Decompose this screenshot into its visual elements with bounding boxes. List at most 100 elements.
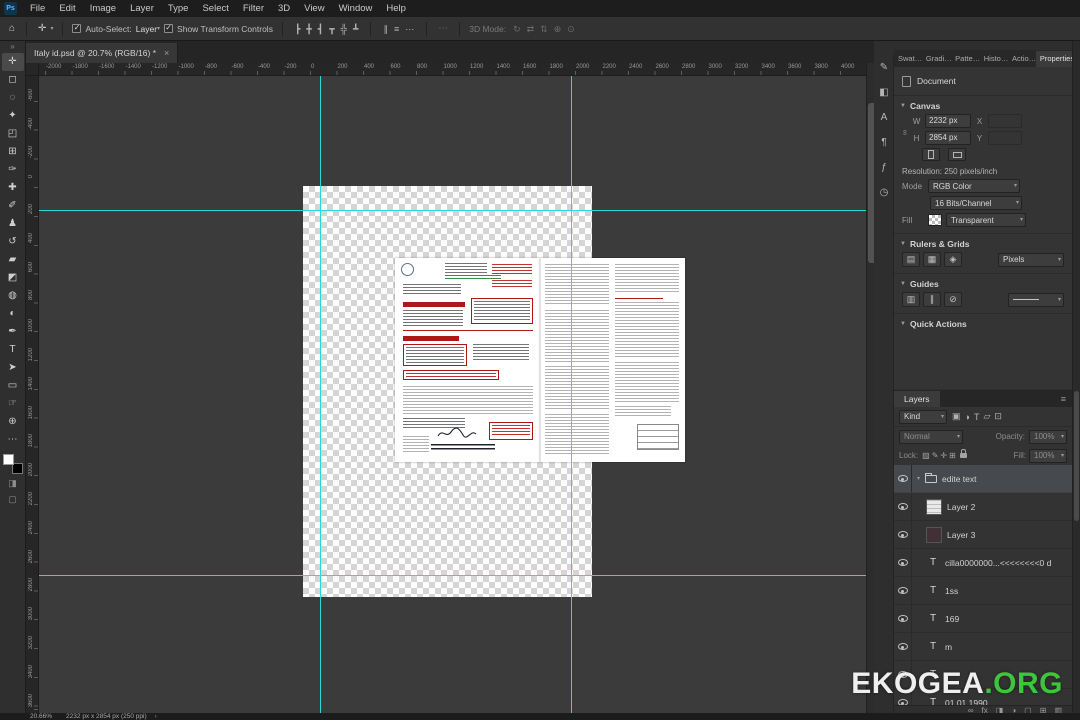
hand-tool[interactable]: ☞: [2, 395, 24, 413]
menu-select[interactable]: Select: [195, 0, 235, 17]
guides-section-header[interactable]: ▼ Guides: [900, 279, 1064, 289]
color-mode-select[interactable]: RGB Color: [928, 179, 1020, 193]
layer-row[interactable]: Layer 2: [894, 493, 1072, 521]
dodge-tool[interactable]: ◐: [2, 305, 24, 323]
layer-visibility-toggle[interactable]: [894, 521, 912, 548]
align-top-icon[interactable]: ┳: [326, 18, 337, 40]
link-layers-icon[interactable]: ∞: [968, 706, 974, 713]
layer-row[interactable]: Tcilla0000000...<<<<<<<<0 d: [894, 549, 1072, 577]
layer-mask-icon[interactable]: ◨: [996, 706, 1004, 713]
layer-effects-icon[interactable]: fx: [982, 706, 988, 713]
layer-row[interactable]: Layer 3: [894, 521, 1072, 549]
align-middle-icon[interactable]: ╬: [338, 18, 350, 40]
move-tool[interactable]: ✛: [1, 53, 24, 71]
shape-tool[interactable]: ▭: [2, 377, 24, 395]
glyphs-panel-icon[interactable]: ƒ: [874, 155, 894, 180]
filter-adjustment-layers-icon[interactable]: ◑: [965, 412, 970, 422]
panel-scrollbar[interactable]: [1072, 41, 1080, 713]
panel-menu-icon[interactable]: ≡: [1055, 391, 1072, 407]
menu-view[interactable]: View: [297, 0, 331, 17]
status-arrow-icon[interactable]: ›: [155, 713, 157, 720]
layer-group-icon[interactable]: ▢: [1024, 706, 1032, 713]
canvas-viewport[interactable]: -2000 -1800 -1600 -1400 -1200 -1000 -800 -600 -4…: [26, 63, 866, 713]
fill-opacity-select[interactable]: 100%: [1029, 448, 1067, 463]
guide-horizontal-1[interactable]: [39, 210, 866, 211]
filter-smart-objects-icon[interactable]: ⊡: [994, 411, 1002, 422]
layer-name[interactable]: cilla0000000...<<<<<<<<0 d: [945, 558, 1051, 568]
height-field[interactable]: 2854 px: [925, 131, 971, 145]
lock-position-icon[interactable]: ✛: [940, 451, 947, 460]
clear-guides-icon[interactable]: ⊘: [944, 292, 962, 307]
width-field[interactable]: 2232 px: [925, 114, 971, 128]
new-guide-layout-icon[interactable]: ▥: [902, 292, 920, 307]
crop-tool[interactable]: ◰: [2, 125, 24, 143]
tab-patte[interactable]: Patte…: [951, 51, 980, 67]
layers-tab[interactable]: Layers: [894, 391, 940, 407]
quick-selection-tool[interactable]: ✦: [2, 107, 24, 125]
filter-shape-layers-icon[interactable]: ▱: [983, 411, 990, 422]
layer-name[interactable]: Layer 2: [947, 502, 975, 512]
portrait-orientation-button[interactable]: [922, 148, 940, 161]
horizontal-ruler[interactable]: -2000 -1800 -1600 -1400 -1200 -1000 -800 -600 -4…: [26, 63, 866, 76]
scrollbar-thumb[interactable]: [1074, 391, 1079, 521]
marquee-tool[interactable]: ◻: [2, 71, 24, 89]
layer-name[interactable]: Layer 3: [947, 530, 975, 540]
brush-tool[interactable]: ✐: [2, 197, 24, 215]
guide-vertical-2[interactable]: [571, 76, 572, 713]
lock-transparency-icon[interactable]: ▨: [922, 451, 930, 460]
fill-select[interactable]: Transparent: [946, 213, 1026, 227]
menu-help[interactable]: Help: [379, 0, 413, 17]
3d-drag-icon[interactable]: ⇅: [537, 18, 551, 40]
lock-all-icon[interactable]: [959, 449, 967, 458]
eraser-tool[interactable]: ▰: [2, 251, 24, 269]
document-tab[interactable]: Italy id.psd @ 20.7% (RGB/16) * ×: [26, 43, 179, 63]
menu-3d[interactable]: 3D: [271, 0, 297, 17]
zoom-tool[interactable]: ⊕: [2, 413, 24, 431]
show-transform-checkbox[interactable]: ✓: [164, 24, 174, 33]
toggle-rulers-icon[interactable]: ▤: [902, 252, 920, 267]
delete-layer-icon[interactable]: ▥: [1054, 706, 1062, 713]
canvas-section-header[interactable]: ▼ Canvas: [900, 101, 1064, 111]
distribute-vertical-icon[interactable]: ∥: [380, 18, 391, 40]
more-options-icon[interactable]: ⋯: [436, 23, 450, 34]
lock-guides-icon[interactable]: ∥: [923, 292, 941, 307]
lasso-tool[interactable]: ◌: [2, 89, 24, 107]
bit-depth-select[interactable]: 16 Bits/Channel: [930, 196, 1022, 210]
layer-row[interactable]: ▾ edite text: [894, 465, 1072, 493]
clone-stamp-tool[interactable]: ♟: [2, 215, 24, 233]
pen-tool[interactable]: ✒: [2, 323, 24, 341]
layer-row[interactable]: Tm: [894, 633, 1072, 661]
character-panel-icon[interactable]: A: [874, 105, 894, 130]
3d-scale-icon[interactable]: ⊙: [564, 18, 578, 40]
filter-type-layers-icon[interactable]: T: [974, 412, 980, 422]
3d-rotate-icon[interactable]: ↻: [510, 18, 524, 40]
layer-name[interactable]: 1ss: [945, 586, 958, 596]
blur-tool[interactable]: ◍: [2, 287, 24, 305]
toggle-grid-icon[interactable]: ▦: [923, 252, 941, 267]
landscape-orientation-button[interactable]: [948, 148, 966, 161]
brushes-panel-icon[interactable]: ✎: [874, 55, 894, 80]
align-left-icon[interactable]: ┣: [292, 18, 303, 40]
quick-actions-section-header[interactable]: ▼ Quick Actions: [900, 319, 1064, 329]
auto-select-checkbox[interactable]: ✓: [72, 24, 82, 33]
tab-swat[interactable]: Swat…: [894, 51, 922, 67]
layer-visibility-toggle[interactable]: [894, 465, 912, 492]
distribute-spacing-icon[interactable]: ⋯: [402, 18, 417, 40]
tab-histo[interactable]: Histo…: [980, 51, 1008, 67]
filter-pixel-layers-icon[interactable]: ▣: [952, 411, 961, 422]
layer-visibility-toggle[interactable]: [894, 633, 912, 660]
layer-row[interactable]: T 169: [894, 605, 1072, 633]
menu-type[interactable]: Type: [161, 0, 196, 17]
collapse-toolbar-icon[interactable]: »: [0, 41, 25, 53]
lock-artboard-icon[interactable]: ⊞: [949, 451, 956, 460]
ruler-units-select[interactable]: Pixels: [998, 252, 1064, 267]
snap-icon[interactable]: ◈: [944, 252, 962, 267]
menu-layer[interactable]: Layer: [123, 0, 161, 17]
3d-slide-icon[interactable]: ⊕: [551, 18, 565, 40]
menu-window[interactable]: Window: [332, 0, 380, 17]
paragraph-panel-icon[interactable]: ¶: [874, 130, 894, 155]
color-panel-icon[interactable]: ◧: [874, 80, 894, 105]
frame-tool[interactable]: ⊞: [2, 143, 24, 161]
path-selection-tool[interactable]: ➤: [2, 359, 24, 377]
link-dimensions-icon[interactable]: ∞: [900, 130, 909, 136]
